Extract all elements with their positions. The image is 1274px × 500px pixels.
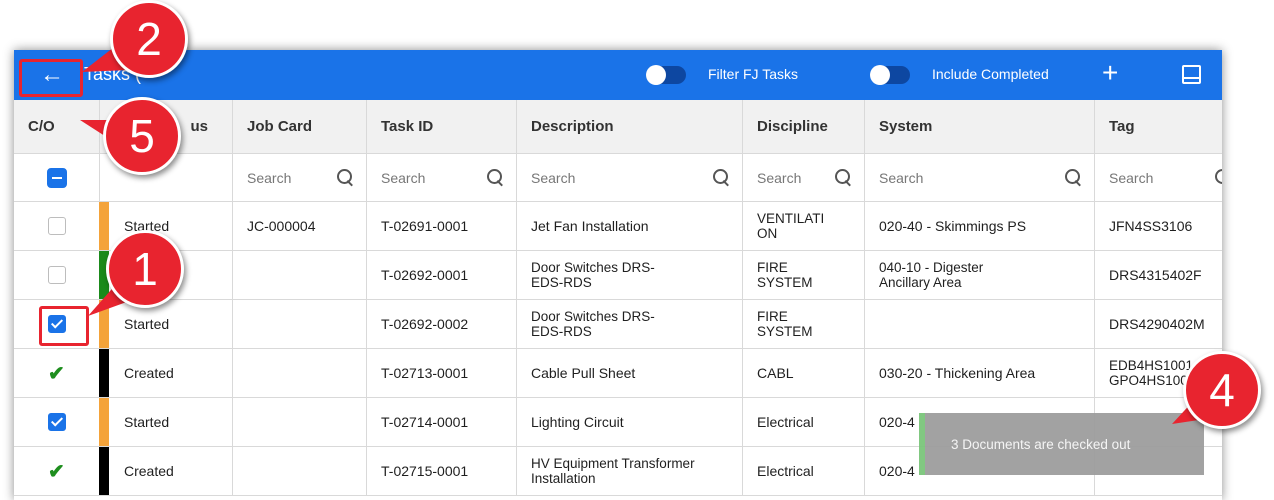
callout-1: 1 [106, 230, 184, 308]
callout-tails [80, 44, 1212, 424]
callout-5: 5 [103, 97, 181, 175]
callout-2: 2 [110, 0, 188, 78]
callout-4: 4 [1183, 351, 1261, 429]
